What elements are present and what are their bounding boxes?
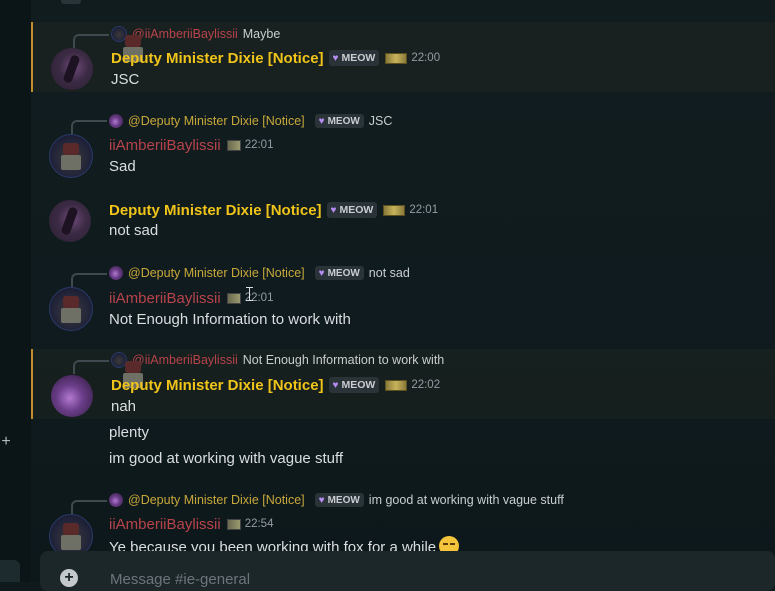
tag-label: MEOW	[341, 52, 376, 64]
message-composer: +	[40, 551, 775, 591]
timestamp[interactable]: 22:02	[411, 379, 440, 391]
reply-avatar	[111, 26, 143, 62]
message-input[interactable]	[110, 569, 710, 589]
message-text: nah	[111, 398, 137, 415]
message-text: im good at working with vague stuff	[109, 450, 344, 467]
author-name[interactable]: Deputy Minister Dixie [Notice]	[111, 377, 324, 394]
message-item[interactable]: Deputy Minister Dixie [Notice] ♥ MEOW 22:…	[31, 196, 775, 248]
avatar[interactable]	[49, 200, 91, 242]
server-rail: +	[0, 0, 32, 582]
plus-circle-icon[interactable]: +	[60, 569, 78, 587]
role-badge-icon[interactable]	[226, 518, 241, 530]
reply-avatar	[109, 114, 123, 128]
reply-preview[interactable]: @Deputy Minister Dixie [Notice] ♥ MEOW no…	[109, 265, 410, 281]
tag-label: MEOW	[327, 115, 360, 127]
reply-avatar	[109, 493, 123, 507]
role-badge-icon[interactable]	[385, 52, 408, 64]
timestamp[interactable]: 22:01	[409, 204, 438, 216]
author-name[interactable]: Deputy Minister Dixie [Notice]	[111, 50, 324, 67]
reply-author[interactable]: @iiAmberiiBaylissii	[132, 353, 238, 367]
role-badge-icon[interactable]	[226, 292, 241, 304]
reply-text: JSC	[368, 114, 393, 128]
plus-icon[interactable]: +	[0, 434, 12, 450]
server-tag[interactable]: ♥ MEOW	[328, 377, 380, 393]
message-header: Deputy Minister Dixie [Notice] ♥ MEOW 22:…	[111, 48, 440, 68]
reply-preview[interactable]: @Deputy Minister Dixie [Notice] ♥ MEOW im…	[109, 492, 564, 508]
timestamp[interactable]: 22:00	[411, 52, 440, 64]
role-badge-icon[interactable]	[226, 139, 241, 151]
message-header: Deputy Minister Dixie [Notice] ♥ MEOW 22:…	[111, 375, 440, 395]
author-name[interactable]: iiAmberiiBaylissii	[109, 137, 221, 154]
reply-spine	[71, 273, 107, 287]
avatar[interactable]	[51, 375, 93, 417]
server-tag[interactable]: ♥ MEOW	[314, 114, 364, 128]
reply-spine	[73, 360, 109, 374]
heart-icon: ♥	[332, 379, 339, 391]
reply-author[interactable]: @iiAmberiiBaylissii	[132, 27, 238, 41]
heart-icon: ♥	[330, 204, 337, 216]
heart-icon: ♥	[318, 267, 325, 279]
heart-icon: ♥	[332, 52, 339, 64]
message-text: Sad	[109, 158, 136, 175]
reply-avatar	[111, 352, 143, 388]
author-name[interactable]: iiAmberiiBaylissii	[109, 516, 221, 533]
reply-text: Not Enough Information to work with	[242, 353, 445, 367]
reply-text: im good at working with vague stuff	[368, 493, 564, 507]
message-item[interactable]: @Deputy Minister Dixie [Notice] ♥ MEOW im…	[31, 490, 775, 558]
previous-message-stub	[61, 0, 81, 4]
avatar[interactable]	[49, 287, 93, 331]
avatar[interactable]	[49, 134, 93, 178]
role-badge-icon[interactable]	[385, 379, 408, 391]
heart-icon: ♥	[318, 494, 325, 506]
reply-text: not sad	[368, 266, 410, 280]
rail-tab[interactable]	[0, 560, 20, 582]
reply-preview[interactable]: @iiAmberiiBaylissii Maybe	[111, 26, 281, 62]
reply-spine	[71, 120, 107, 134]
reply-text: Maybe	[242, 27, 281, 41]
reply-avatar	[109, 266, 123, 280]
author-name[interactable]: iiAmberiiBaylissii	[109, 290, 221, 307]
timestamp[interactable]: 22:01	[245, 139, 274, 151]
heart-icon: ♥	[318, 115, 325, 127]
reply-author[interactable]: @Deputy Minister Dixie [Notice]	[128, 266, 305, 280]
tag-label: MEOW	[327, 494, 360, 506]
message-item[interactable]: @iiAmberiiBaylissii Maybe Deputy Ministe…	[31, 22, 775, 92]
message-item[interactable]: @Deputy Minister Dixie [Notice] ♥ MEOW no…	[31, 263, 775, 335]
tag-label: MEOW	[341, 379, 376, 391]
message-text: JSC	[111, 71, 140, 88]
reply-preview[interactable]: @Deputy Minister Dixie [Notice] ♥ MEOW JS…	[109, 113, 392, 129]
role-badge-icon[interactable]	[383, 204, 406, 216]
message-header: Deputy Minister Dixie [Notice] ♥ MEOW 22:…	[109, 200, 438, 220]
reply-preview[interactable]: @iiAmberiiBaylissii Not Enough Informati…	[111, 352, 445, 388]
reply-spine	[73, 34, 109, 48]
server-tag[interactable]: ♥ MEOW	[328, 50, 380, 66]
message-item[interactable]: @iiAmberiiBaylissii Not Enough Informati…	[31, 349, 775, 419]
tag-label: MEOW	[327, 267, 360, 279]
server-tag[interactable]: ♥ MEOW	[314, 266, 364, 280]
timestamp[interactable]: 22:54	[245, 518, 274, 530]
message-header: iiAmberiiBaylissii 22:54	[109, 514, 273, 534]
message-header: iiAmberiiBaylissii 22:01	[109, 135, 273, 155]
chat-message-list: @iiAmberiiBaylissii Maybe Deputy Ministe…	[31, 0, 775, 582]
reply-spine	[71, 500, 107, 514]
text-cursor-icon	[246, 287, 253, 301]
avatar[interactable]	[51, 48, 93, 90]
server-tag[interactable]: ♥ MEOW	[326, 202, 378, 218]
reply-author[interactable]: @Deputy Minister Dixie [Notice]	[128, 114, 305, 128]
message-item[interactable]: @Deputy Minister Dixie [Notice] ♥ MEOW JS…	[31, 110, 775, 182]
server-tag[interactable]: ♥ MEOW	[314, 493, 364, 507]
reply-author[interactable]: @Deputy Minister Dixie [Notice]	[128, 493, 305, 507]
message-text: plenty	[109, 424, 150, 441]
message-text: not sad	[109, 222, 159, 239]
message-text: Not Enough Information to work with	[109, 311, 351, 328]
tag-label: MEOW	[339, 204, 374, 216]
author-name[interactable]: Deputy Minister Dixie [Notice]	[109, 202, 322, 219]
